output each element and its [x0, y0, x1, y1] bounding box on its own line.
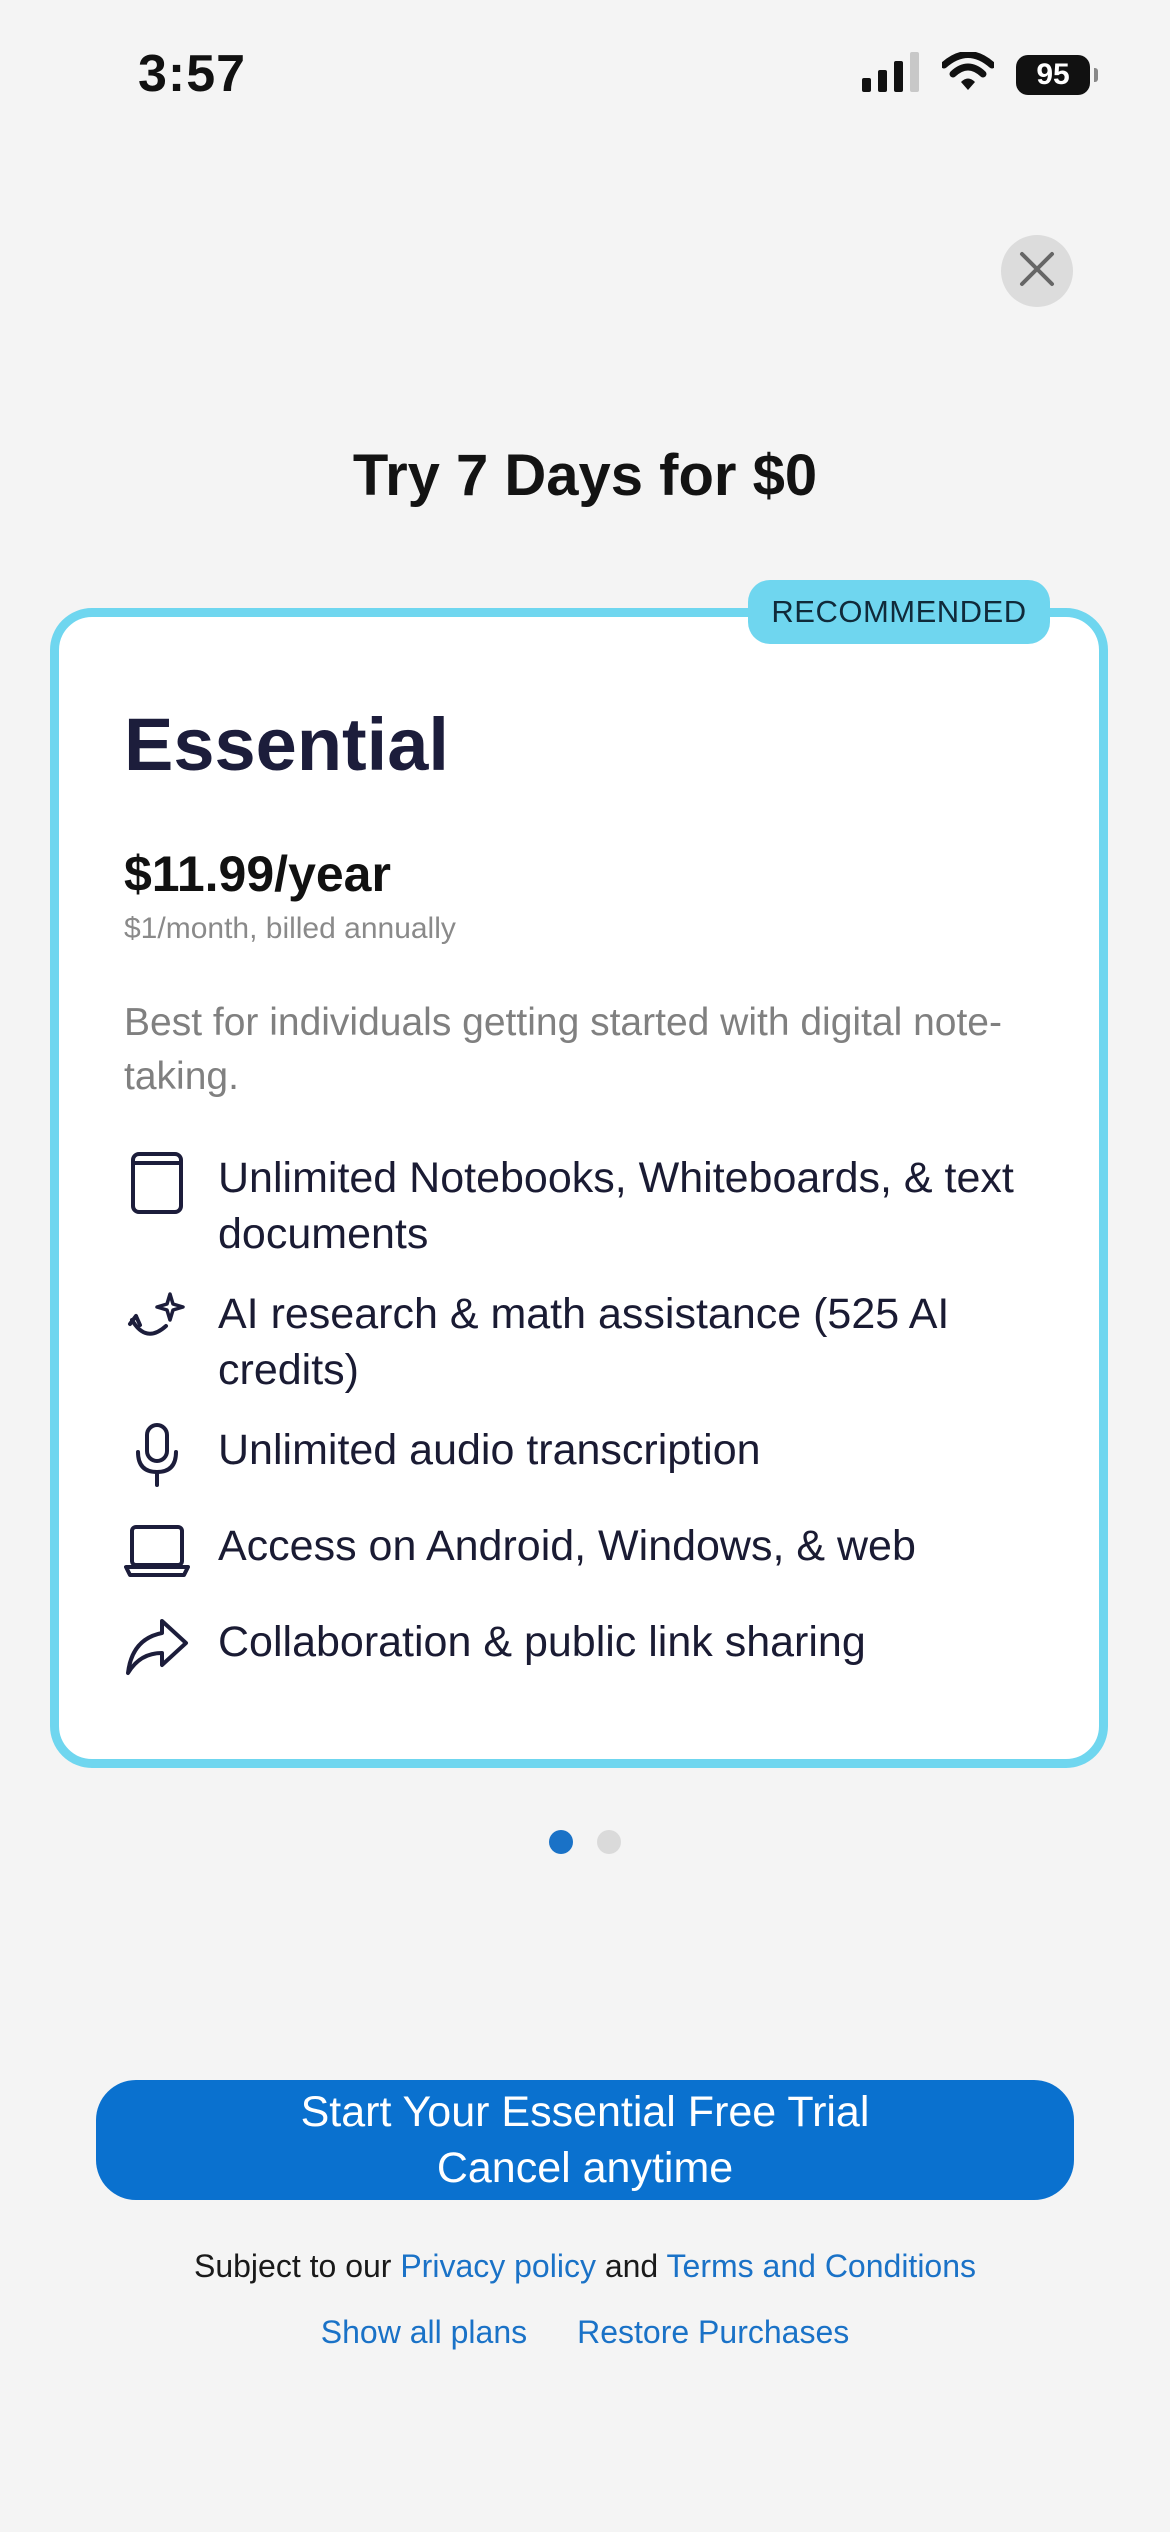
- footer-links: Show all plans Restore Purchases: [0, 2314, 1170, 2351]
- feature-text: Access on Android, Windows, & web: [218, 1522, 916, 1570]
- start-free-trial-button[interactable]: Start Your Essential Free Trial Cancel a…: [96, 2080, 1074, 2200]
- feature-text: Unlimited Notebooks, Whiteboards, & text…: [218, 1154, 1014, 1258]
- legal-text: Subject to our Privacy policy and Terms …: [0, 2248, 1170, 2285]
- feature-text: Unlimited audio transcription: [218, 1426, 761, 1474]
- plan-price: $11.99/year: [124, 846, 391, 902]
- battery-icon: 95: [1016, 54, 1098, 95]
- feature-item: Access on Android, Windows, & web: [124, 1518, 1054, 1584]
- feature-item: Collaboration & public link sharing: [124, 1614, 1054, 1680]
- status-time: 3:57: [138, 45, 247, 103]
- laptop-icon: [124, 1518, 190, 1584]
- cta-primary-label: Start Your Essential Free Trial: [300, 2088, 870, 2136]
- plan-description: Best for individuals getting started wit…: [124, 1001, 1002, 1098]
- feature-item: AI research & math assistance (525 AI cr…: [124, 1286, 1054, 1398]
- battery-level: 95: [1036, 57, 1070, 91]
- feature-item: Unlimited audio transcription: [124, 1422, 1054, 1488]
- legal-prefix: Subject to our: [193, 2248, 392, 2284]
- page-indicator: [0, 1830, 1170, 1854]
- ai-sparkle-icon: [124, 1286, 190, 1352]
- show-all-plans-link[interactable]: Show all plans: [321, 2314, 527, 2351]
- close-button[interactable]: [1001, 235, 1073, 307]
- feature-text: AI research & math assistance (525 AI cr…: [218, 1290, 950, 1394]
- cta-secondary-label: Cancel anytime: [436, 2144, 734, 2192]
- restore-purchases-link[interactable]: Restore Purchases: [577, 2314, 849, 2351]
- feature-item: Unlimited Notebooks, Whiteboards, & text…: [124, 1150, 1054, 1262]
- terms-link[interactable]: Terms and Conditions: [667, 2248, 976, 2284]
- page-dot-active[interactable]: [549, 1830, 573, 1854]
- microphone-icon: [124, 1422, 190, 1488]
- plan-billing-note: $1/month, billed annually: [124, 912, 456, 945]
- legal-conjunction: and: [604, 2248, 659, 2284]
- share-icon: [124, 1614, 190, 1680]
- wifi-icon: [940, 51, 996, 97]
- page-title: Try 7 Days for $0: [352, 443, 818, 508]
- feature-text: Collaboration & public link sharing: [218, 1618, 866, 1666]
- privacy-policy-link[interactable]: Privacy policy: [400, 2248, 596, 2284]
- recommended-badge: RECOMMENDED: [748, 580, 1050, 644]
- status-icons: 95: [862, 51, 1098, 97]
- page-dot[interactable]: [597, 1830, 621, 1854]
- plan-name: Essential: [124, 703, 449, 786]
- signal-icon: [862, 52, 920, 97]
- notebook-icon: [124, 1150, 190, 1216]
- close-icon: [1018, 250, 1056, 293]
